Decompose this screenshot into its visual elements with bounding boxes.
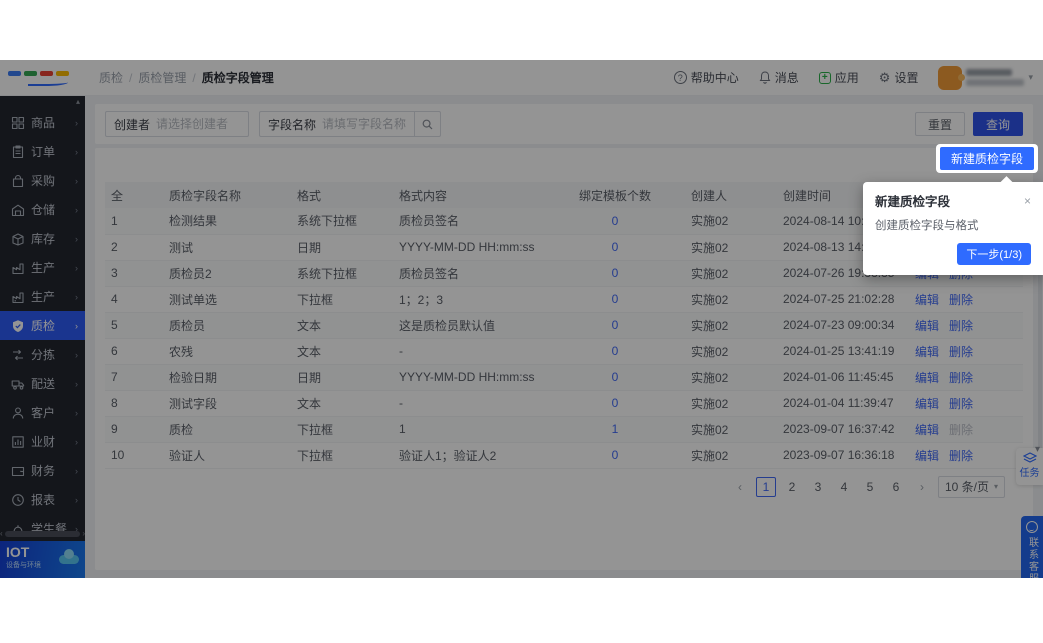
popup-title: 新建质检字段 <box>875 191 950 210</box>
screen: 质检 / 质检管理 / 质检字段管理 ? 帮助中心 消息 + 应用 <box>0 0 1043 643</box>
next-step-button[interactable]: 下一步(1/3) <box>957 243 1031 265</box>
new-inspection-field-button[interactable]: 新建质检字段 <box>940 147 1034 170</box>
close-icon[interactable]: × <box>1024 194 1031 208</box>
popup-description: 创建质检字段与格式 <box>875 217 1031 233</box>
tour-popup: 新建质检字段 × 创建质检字段与格式 下一步(1/3) <box>863 182 1043 275</box>
tour-dim-overlay <box>0 60 1043 578</box>
tour-spotlight: 新建质检字段 <box>936 144 1038 173</box>
